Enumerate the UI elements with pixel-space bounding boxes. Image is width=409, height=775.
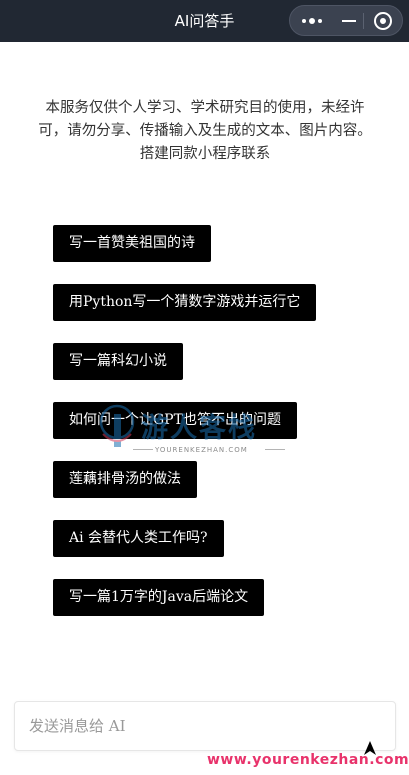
watermark-rule-right — [265, 449, 285, 450]
minimize-button[interactable] — [335, 6, 363, 35]
message-input-placeholder: 发送消息给 AI — [29, 717, 126, 735]
more-button[interactable] — [290, 6, 334, 35]
mini-program-capsule — [289, 5, 403, 36]
minimize-icon — [342, 19, 356, 22]
watermark-site-url: www.yourenkezhan.com — [207, 752, 409, 768]
watermark-rule-left — [133, 449, 153, 450]
watermark-url: YOURENKEZHAN.COM — [155, 446, 248, 454]
suggestion-button[interactable]: 写一首赞美祖国的诗 — [53, 225, 211, 262]
suggestion-button[interactable]: Ai 会替代人类工作吗? — [53, 520, 224, 557]
suggestion-button[interactable]: 莲藕排骨汤的做法 — [53, 461, 197, 498]
close-button[interactable] — [364, 6, 402, 35]
navigation-bar: AI问答手 — [0, 0, 409, 42]
suggestion-button[interactable]: 写一篇1万字的Java后端论文 — [53, 579, 265, 616]
close-target-icon — [374, 11, 392, 30]
message-input[interactable]: 发送消息给 AI — [14, 701, 396, 755]
suggestion-button[interactable]: 写一篇科幻小说 — [53, 343, 183, 380]
suggestion-button[interactable]: 如何问一个让GPT也答不出的问题 — [53, 402, 297, 439]
disclaimer-text: 本服务仅供个人学习、学术研究目的使用，未经许可，请勿分享、传播输入及生成的文本、… — [38, 100, 372, 162]
suggestion-button[interactable]: 用Python写一个猜数字游戏并运行它 — [53, 284, 317, 321]
more-dots-icon — [302, 17, 322, 24]
